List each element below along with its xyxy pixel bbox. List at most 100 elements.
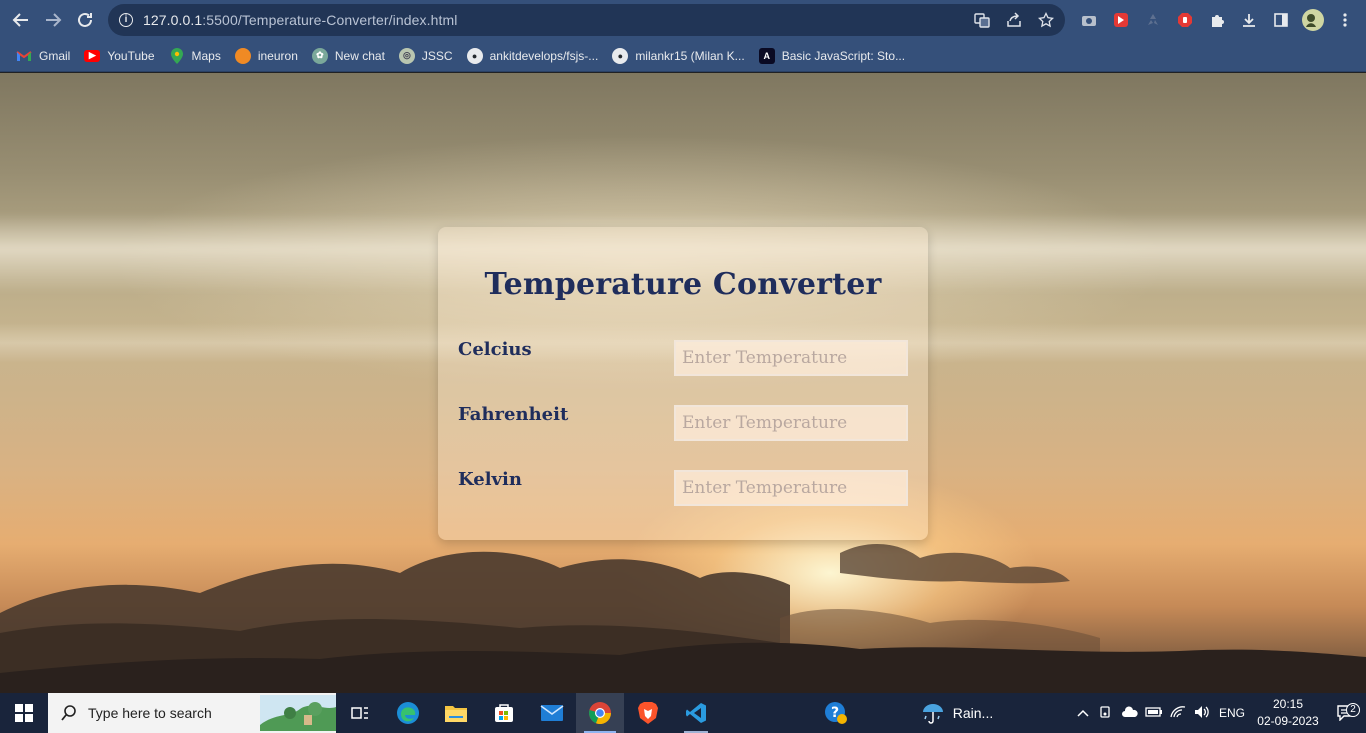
fahrenheit-label: Fahrenheit bbox=[458, 404, 569, 425]
clock-time: 20:15 bbox=[1272, 697, 1304, 711]
youtube-icon: ▶ bbox=[84, 49, 101, 62]
taskbar-brave[interactable] bbox=[624, 693, 672, 733]
translate-icon[interactable] bbox=[971, 9, 993, 31]
edge-icon bbox=[397, 702, 419, 724]
profile-avatar[interactable] bbox=[1299, 6, 1327, 34]
github-icon: ● bbox=[612, 47, 629, 64]
arrow-left-icon bbox=[12, 13, 28, 27]
address-bar-actions bbox=[971, 4, 1057, 36]
mail-icon bbox=[540, 705, 564, 721]
vscode-icon bbox=[686, 703, 706, 723]
url-text: 127.0.0.1:5500/Temperature-Converter/ind… bbox=[143, 12, 457, 28]
back-button[interactable] bbox=[6, 5, 36, 35]
address-bar[interactable]: i 127.0.0.1:5500/Temperature-Converter/i… bbox=[108, 4, 1065, 36]
kelvin-input[interactable] bbox=[674, 470, 908, 506]
bookmark-label: ankitdevelops/fsjs-... bbox=[489, 48, 599, 63]
bookmark-label: Maps bbox=[191, 48, 221, 63]
github-icon: ● bbox=[466, 47, 483, 64]
meet-now-icon[interactable] bbox=[1094, 705, 1118, 722]
bookmark-label: milankr15 (Milan K... bbox=[635, 48, 745, 63]
system-tray: ENG 20:15 02-09-2023 2 bbox=[1072, 693, 1366, 733]
taskbar-weather[interactable]: Rain... bbox=[902, 693, 1012, 733]
bookmarks-bar: Gmail ▶ YouTube Maps ineuron ✿ New chat … bbox=[0, 40, 1366, 72]
task-view-icon bbox=[351, 707, 368, 719]
search-placeholder: Type here to search bbox=[88, 705, 212, 721]
clock-date: 02-09-2023 bbox=[1257, 714, 1319, 728]
maps-pin-icon bbox=[169, 47, 185, 64]
notification-center-button[interactable]: 2 bbox=[1326, 703, 1366, 721]
windows-logo-icon bbox=[15, 704, 33, 722]
search-highlight-illustration bbox=[260, 695, 336, 731]
kelvin-label: Kelvin bbox=[458, 469, 522, 490]
battery-icon[interactable] bbox=[1142, 706, 1166, 720]
forward-button[interactable] bbox=[38, 5, 68, 35]
bookmark-new-chat[interactable]: ✿ New chat bbox=[306, 43, 393, 69]
bookmark-youtube[interactable]: ▶ YouTube bbox=[78, 43, 162, 69]
bookmark-label: YouTube bbox=[107, 48, 155, 63]
bookmark-label: Gmail bbox=[39, 48, 71, 63]
bookmark-label: ineuron bbox=[257, 48, 298, 63]
clock[interactable]: 20:15 02-09-2023 bbox=[1250, 696, 1326, 730]
taskbar-help[interactable]: ? bbox=[812, 693, 860, 733]
bookmark-label: New chat bbox=[334, 48, 385, 63]
jssc-emblem-icon: ◎ bbox=[398, 47, 415, 64]
page-viewport: Temperature Converter Celcius Fahrenheit… bbox=[0, 73, 1366, 693]
reload-button[interactable] bbox=[70, 5, 100, 35]
puzzle-extensions-icon[interactable] bbox=[1203, 6, 1231, 34]
taskbar-vscode[interactable] bbox=[672, 693, 720, 733]
taskbar-chrome[interactable] bbox=[576, 693, 624, 733]
video-extension-icon[interactable] bbox=[1107, 6, 1135, 34]
taskbar-search[interactable]: Type here to search bbox=[48, 693, 336, 733]
mountain-silhouette bbox=[0, 642, 1366, 693]
search-icon bbox=[61, 705, 76, 721]
menu-kebab-icon[interactable] bbox=[1331, 6, 1359, 34]
weather-label: Rain... bbox=[952, 705, 994, 721]
brave-icon bbox=[638, 702, 658, 724]
tray-chevron-up-icon[interactable] bbox=[1072, 706, 1094, 720]
taskbar-store[interactable] bbox=[480, 693, 528, 733]
bookmark-gmail[interactable]: Gmail bbox=[10, 43, 78, 69]
store-icon bbox=[495, 704, 513, 722]
volume-icon[interactable] bbox=[1190, 705, 1214, 722]
fahrenheit-input[interactable] bbox=[674, 405, 908, 441]
camera-extension-icon[interactable] bbox=[1075, 6, 1103, 34]
taskbar-edge[interactable] bbox=[384, 693, 432, 733]
recycle-extension-icon[interactable] bbox=[1139, 6, 1167, 34]
url-path: :5500/Temperature-Converter/index.html bbox=[202, 12, 458, 28]
taskbar-mail[interactable] bbox=[528, 693, 576, 733]
help-icon: ? bbox=[825, 702, 847, 724]
windows-taskbar: Type here to search ? Rain... ENG 20:15 … bbox=[0, 693, 1366, 733]
bookmark-github-ankit[interactable]: ● ankitdevelops/fsjs-... bbox=[461, 43, 607, 69]
adblock-extension-icon[interactable] bbox=[1171, 6, 1199, 34]
page-title: Temperature Converter bbox=[484, 267, 882, 302]
url-host: 127.0.0.1 bbox=[143, 12, 203, 28]
bookmark-star-icon[interactable] bbox=[1035, 9, 1057, 31]
reload-icon bbox=[78, 12, 92, 27]
bookmark-label: Basic JavaScript: Sto... bbox=[781, 48, 906, 63]
bookmark-jssc[interactable]: ◎ JSSC bbox=[393, 43, 461, 69]
bookmark-freecodecamp[interactable]: A Basic JavaScript: Sto... bbox=[753, 43, 913, 69]
side-panel-icon[interactable] bbox=[1267, 6, 1295, 34]
celcius-input[interactable] bbox=[674, 340, 908, 376]
freecodecamp-icon: A bbox=[758, 47, 775, 64]
chrome-icon bbox=[589, 702, 612, 725]
download-icon[interactable] bbox=[1235, 6, 1263, 34]
bookmark-github-milan[interactable]: ● milankr15 (Milan K... bbox=[606, 43, 752, 69]
onedrive-sync-icon[interactable] bbox=[1118, 705, 1142, 721]
bookmark-maps[interactable]: Maps bbox=[163, 43, 229, 69]
bookmark-ineuron[interactable]: ineuron bbox=[229, 43, 306, 69]
start-button[interactable] bbox=[0, 693, 48, 733]
celcius-label: Celcius bbox=[458, 339, 532, 360]
language-indicator[interactable]: ENG bbox=[1214, 706, 1250, 720]
browser-toolbar: i 127.0.0.1:5500/Temperature-Converter/i… bbox=[0, 0, 1366, 40]
gmail-icon bbox=[16, 48, 32, 64]
ineuron-icon bbox=[234, 47, 251, 64]
share-icon[interactable] bbox=[1003, 9, 1025, 31]
chatgpt-icon: ✿ bbox=[311, 47, 328, 64]
task-view-button[interactable] bbox=[336, 693, 384, 733]
extensions-area bbox=[1075, 5, 1359, 35]
rain-umbrella-icon bbox=[922, 704, 943, 724]
site-info-icon[interactable]: i bbox=[119, 13, 133, 27]
taskbar-file-explorer[interactable] bbox=[432, 693, 480, 733]
wifi-icon[interactable] bbox=[1166, 705, 1190, 721]
